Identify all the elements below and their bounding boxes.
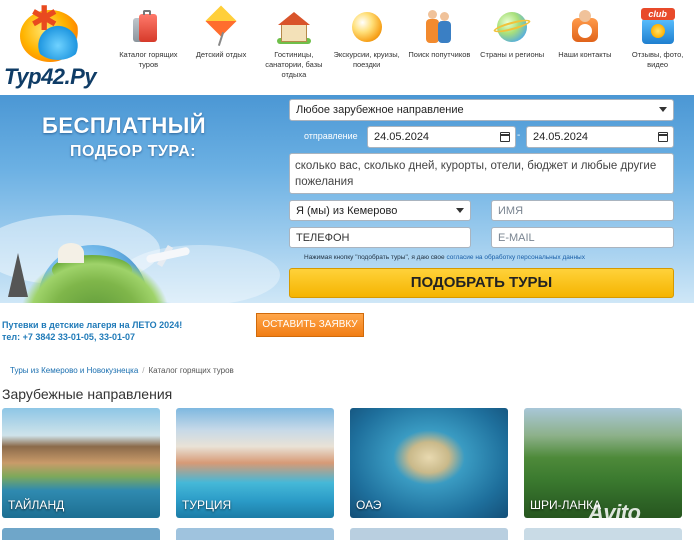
phone-placeholder: ТЕЛЕФОН (296, 231, 350, 244)
city-select-value: Я (мы) из Кемерово (296, 204, 398, 217)
consent-link[interactable]: согласие на обработку персональных данны… (446, 254, 585, 261)
nav-item-contacts[interactable]: Наши контакты (549, 6, 622, 92)
nav-item-companions[interactable]: Поиск попутчиков (403, 6, 476, 92)
destination-card-partial[interactable] (176, 528, 334, 540)
destination-card-partial[interactable] (524, 528, 682, 540)
find-tours-button[interactable]: ПОДОБРАТЬ ТУРЫ (289, 268, 674, 298)
calendar-icon[interactable] (658, 132, 668, 142)
destination-card-uae[interactable]: ОАЭ (350, 408, 508, 518)
nav-label: Страны и регионы (480, 50, 545, 59)
nav-label: Отзывы, фото, видео (631, 50, 684, 69)
leave-request-button[interactable]: ОСТАВИТЬ ЗАЯВКУ (256, 313, 364, 337)
house-icon (275, 8, 313, 46)
breadcrumb: Туры из Кемерово и Новокузнецка / Каталог … (10, 366, 234, 375)
suitcase-icon (129, 8, 167, 46)
nav-item-countries[interactable]: Страны и регионы (476, 6, 549, 92)
date-separator: - (517, 130, 521, 141)
wishes-placeholder: сколько вас, сколько дней, курорты, отел… (295, 160, 657, 188)
eiffel-tower-icon (8, 253, 28, 297)
phone-input[interactable]: ТЕЛЕФОН (289, 227, 471, 248)
club-icon: club (639, 8, 677, 46)
header: ✱ Тур42.Ру Каталог горящих туров Детский… (0, 0, 694, 95)
nav-label: Экскурсии, круизы, поездки (333, 50, 400, 69)
nav-item-kids[interactable]: Детский отдых (185, 5, 258, 92)
destination-card-partial[interactable] (350, 528, 508, 540)
nav-item-excursions[interactable]: Экскурсии, круизы, поездки (330, 6, 403, 92)
logo-text: Тур42.Ру (4, 64, 97, 89)
chevron-down-icon (659, 107, 667, 112)
nav-label: Наши контакты (558, 50, 612, 59)
destination-card-turkey[interactable]: ТУРЦИЯ (176, 408, 334, 518)
destination-label: ТАЙЛАНД (8, 498, 65, 512)
ball-icon (348, 8, 386, 46)
avito-watermark: Avito (588, 500, 641, 525)
consent-prefix: Нажимая кнопку "подобрать туры", я даю с… (304, 254, 447, 261)
destination-label: ОАЭ (356, 498, 382, 512)
section-title: Зарубежные направления (2, 386, 173, 402)
nav-label: Гостиницы, санатории, базы отдыха (265, 50, 323, 79)
nav-item-hotels[interactable]: Гостиницы, санатории, базы отдыха (258, 6, 331, 92)
nav-item-hot-tours[interactable]: Каталог горящих туров (112, 6, 185, 92)
direction-select[interactable]: Любое зарубежное направление (289, 99, 674, 121)
destination-label: ТУРЦИЯ (182, 498, 232, 512)
departure-label: отправление (304, 131, 358, 141)
breadcrumb-current: Каталог горящих туров (148, 366, 234, 375)
promo-camps[interactable]: Путевки в детские лагеря на ЛЕТО 2024! (2, 320, 182, 330)
people-icon (420, 8, 458, 46)
taj-mahal-icon (58, 243, 84, 263)
date-from-input[interactable]: 24.05.2024 (367, 126, 516, 148)
nav-label: Поиск попутчиков (408, 50, 471, 59)
globe-icon (492, 8, 532, 46)
email-placeholder: E-MAIL (498, 231, 535, 244)
calendar-icon[interactable] (500, 132, 510, 142)
breadcrumb-separator: / (142, 366, 145, 375)
main-nav: Каталог горящих туров Детский отдых Гост… (112, 5, 694, 92)
site-logo[interactable]: ✱ Тур42.Ру (4, 2, 104, 90)
club-badge: club (640, 8, 675, 20)
promo-phone[interactable]: тел: +7 3842 33-01-05, 33-01-07 (2, 332, 135, 342)
nav-item-reviews[interactable]: club Отзывы, фото, видео (621, 6, 694, 92)
hero-title: БЕСПЛАТНЫЙ (42, 113, 207, 138)
city-select[interactable]: Я (мы) из Кемерово (289, 200, 471, 221)
kite-icon (202, 5, 240, 46)
date-from-value: 24.05.2024 (374, 131, 430, 143)
breadcrumb-home[interactable]: Туры из Кемерово и Новокузнецка (10, 366, 138, 375)
email-input[interactable]: E-MAIL (491, 227, 674, 248)
date-to-input[interactable]: 24.05.2024 (526, 126, 674, 148)
destination-card-thailand[interactable]: ТАЙЛАНД (2, 408, 160, 518)
name-input[interactable]: ИМЯ (491, 200, 674, 221)
chevron-down-icon (456, 207, 464, 213)
wishes-textarea[interactable]: сколько вас, сколько дней, курорты, отел… (289, 153, 674, 194)
hero-subtitle: ПОДБОР ТУРА: (70, 143, 197, 160)
name-placeholder: ИМЯ (498, 204, 524, 217)
date-to-value: 24.05.2024 (533, 131, 589, 143)
nav-label: Детский отдых (195, 50, 247, 59)
nav-label: Каталог горящих туров (119, 50, 178, 69)
consent-text: Нажимая кнопку "подобрать туры", я даю с… (304, 254, 585, 261)
palm-icon: ✱ (30, 0, 59, 38)
direction-select-value: Любое зарубежное направление (296, 104, 464, 116)
destination-card-partial[interactable] (2, 528, 160, 540)
phone-icon (566, 8, 604, 46)
